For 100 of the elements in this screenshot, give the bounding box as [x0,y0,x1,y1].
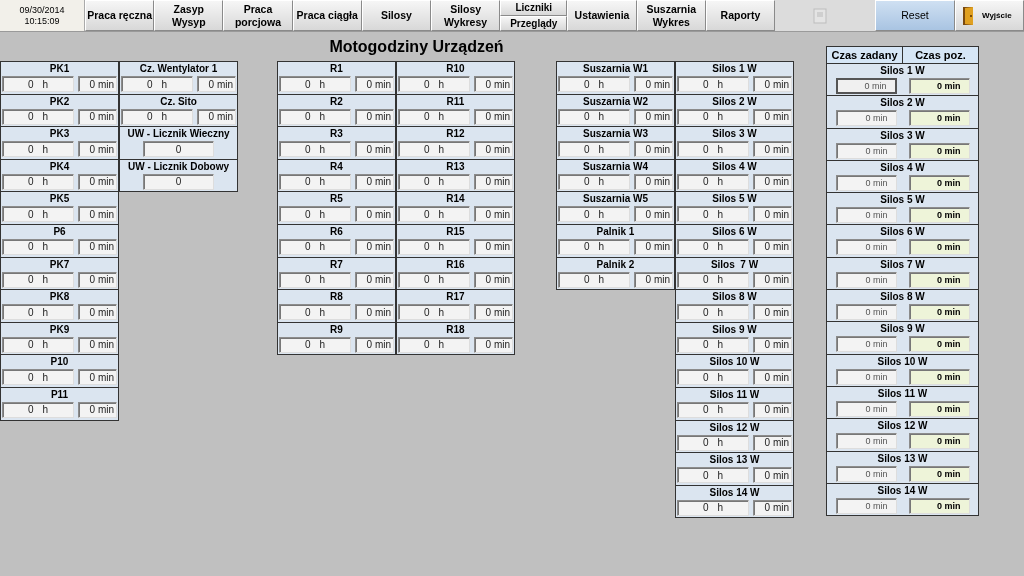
set-time-field[interactable]: 0 min [835,400,897,417]
hours-field: 0 h [558,76,630,92]
minutes-field: 0 min [78,238,117,255]
device-label: Palnik 1 [596,225,635,239]
minutes-field: 0 min [753,499,792,516]
silo-label: Silos 1 W [880,65,925,78]
minutes-field: 0 min [78,141,117,158]
set-time-field[interactable]: 0 min [835,336,897,353]
device-label: Suszarnia W5 [583,193,648,207]
hours-field: 0 h [398,304,470,321]
set-time-field[interactable]: 0 min [835,433,897,450]
device-label: Suszarnia W2 [583,95,648,109]
hours-field: 0 h [677,76,749,92]
minutes-field: 0 min [753,173,792,190]
nav-button[interactable]: Praca porcjowa [223,0,293,31]
minutes-field: 0 min [355,173,394,190]
hours-field: 0 h [677,467,749,484]
set-time-field[interactable]: 0 min [835,142,897,159]
set-time-field[interactable]: 0 min [835,465,897,482]
hours-field: 0 h [558,271,630,288]
device-label: PK2 [49,95,70,109]
hours-field: 0 h [398,141,470,158]
set-time-field[interactable]: 0 min [835,207,897,224]
reset-button[interactable]: Reset [875,0,955,31]
device-label: UW - Licznik Dobowy [127,160,230,174]
silo-label: Silos 5 W [880,194,925,208]
exit-button[interactable]: Wyjście [955,0,1024,31]
nav-button[interactable]: Zasyp Wysyp [154,0,224,31]
minutes-field: 0 min [634,76,673,92]
minutes-field: 0 min [78,401,117,418]
nav-button[interactable]: Suszarnia Wykres [636,0,706,31]
nav-button[interactable]: Raporty [705,0,776,31]
minutes-field: 0 min [355,336,394,353]
hours-field: 0 h [279,76,351,92]
set-time-field[interactable]: 0 min [835,239,897,256]
device-label: Silos 4 W [712,160,757,174]
hours-field: 0 h [121,108,193,125]
silo-label: Silos 6 W [880,226,925,240]
device-label: Silos 14 W [709,486,760,500]
remaining-time-field: 0 min [908,78,970,94]
hours-field: 0 h [558,206,630,223]
hours-field: 0 h [677,369,749,386]
set-time-field[interactable]: 0 min [835,271,897,288]
device-label: R13 [446,160,465,174]
device-label: R1 [330,63,343,76]
hours-field: 0 h [677,271,749,288]
minutes-field: 0 min [634,173,673,190]
device-label: Palnik 2 [596,258,635,272]
minutes-field: 0 min [753,206,792,223]
device-label: Silos 13 W [709,454,760,468]
minutes-field: 0 min [474,108,513,125]
minutes-field: 0 min [355,141,394,158]
nav-button[interactable]: Praca ciągła [292,0,362,31]
device-label: R6 [330,225,343,239]
set-time-field[interactable]: 0 min [835,78,897,94]
hours-field: 0 h [677,238,749,255]
minutes-field: 0 min [753,467,792,484]
hours-field: 0 h [2,238,74,255]
counter-field: 0 [143,141,214,158]
set-time-field[interactable]: 0 min [835,110,897,127]
silo-label: Silos 14 W [877,484,928,498]
device-label: Silos 5 W [712,193,757,207]
set-time-field[interactable]: 0 min [835,304,897,321]
device-label: R18 [446,323,465,337]
silo-label: Silos 2 W [880,97,925,111]
minutes-field: 0 min [753,336,792,353]
minutes-field: 0 min [474,206,513,223]
remaining-time-field: 0 min [908,207,970,224]
silo-label: Silos 12 W [877,420,928,434]
nav-button[interactable]: Silosy Wykresy [431,0,501,31]
nav-button[interactable]: Silosy [361,0,431,31]
nav-button[interactable]: Ustawienia [567,0,637,31]
device-label: Silos 12 W [709,421,760,435]
device-label: Suszarnia W1 [583,63,648,76]
nav-button[interactable]: Praca ręczna [85,0,155,31]
set-time-field[interactable]: 0 min [835,368,897,385]
silo-label: Silos 13 W [877,452,928,466]
set-time-field[interactable]: 0 min [835,174,897,191]
hours-field: 0 h [279,238,351,255]
hours-field: 0 h [677,401,749,418]
silo-label: Silos 3 W [880,129,925,143]
device-label: UW - Licznik Wieczny [127,128,230,142]
minutes-field: 0 min [753,108,792,125]
device-label: R15 [446,225,465,239]
hours-field: 0 h [2,401,74,418]
device-label: PK8 [49,291,70,305]
device-label: R14 [446,193,465,207]
minutes-field: 0 min [474,238,513,255]
device-label: Silos 8 W [712,291,757,305]
minutes-field: 0 min [355,108,394,125]
minutes-field: 0 min [634,141,673,158]
minutes-field: 0 min [78,76,117,92]
device-label: Cz. Sito [160,95,197,109]
minutes-field: 0 min [753,141,792,158]
hours-field: 0 h [677,206,749,223]
nav-button[interactable]: Liczniki [500,0,568,16]
device-label: PK5 [49,193,70,207]
hours-field: 0 h [279,108,351,125]
set-time-field[interactable]: 0 min [835,497,897,514]
device-label: P6 [53,225,66,239]
